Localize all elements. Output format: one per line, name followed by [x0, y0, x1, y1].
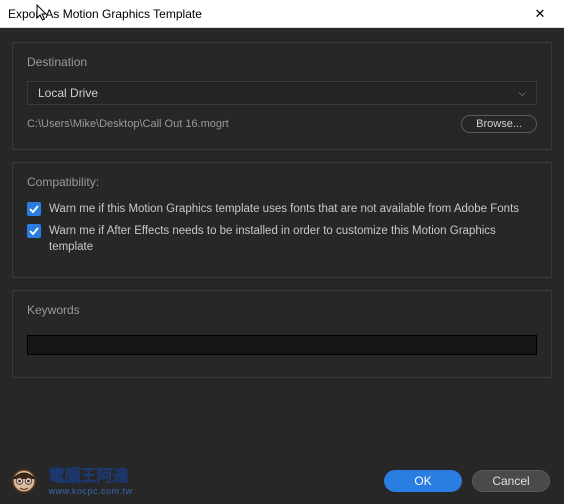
compatibility-section: Compatibility: Warn me if this Motion Gr… — [12, 162, 552, 278]
window-title: Export As Motion Graphics Template — [8, 7, 524, 21]
export-path: C:\Users\Mike\Desktop\Call Out 16.mogrt — [27, 118, 229, 130]
keywords-section: Keywords — [12, 290, 552, 378]
cancel-button[interactable]: Cancel — [472, 470, 550, 492]
dialog-content: Destination Local Drive ⌵ C:\Users\Mike\… — [0, 28, 564, 504]
check-icon — [29, 226, 39, 236]
dialog-footer: OK Cancel — [384, 470, 550, 492]
keywords-input[interactable] — [27, 335, 537, 355]
titlebar: Export As Motion Graphics Template ✕ — [0, 0, 564, 28]
warn-fonts-label: Warn me if this Motion Graphics template… — [49, 201, 519, 217]
compatibility-label: Compatibility: — [27, 175, 537, 189]
destination-label: Destination — [27, 55, 537, 69]
keywords-label: Keywords — [27, 303, 537, 317]
close-button[interactable]: ✕ — [524, 2, 556, 26]
path-row: C:\Users\Mike\Desktop\Call Out 16.mogrt … — [27, 115, 537, 133]
destination-dropdown[interactable]: Local Drive ⌵ — [27, 81, 537, 105]
warn-ae-row: Warn me if After Effects needs to be ins… — [27, 223, 537, 255]
close-icon: ✕ — [535, 6, 546, 22]
chevron-down-icon: ⌵ — [518, 88, 526, 99]
warn-ae-checkbox[interactable] — [27, 224, 41, 238]
check-icon — [29, 204, 39, 214]
warn-ae-label: Warn me if After Effects needs to be ins… — [49, 223, 537, 255]
warn-fonts-checkbox[interactable] — [27, 202, 41, 216]
destination-selected: Local Drive — [38, 86, 98, 100]
warn-fonts-row: Warn me if this Motion Graphics template… — [27, 201, 537, 217]
browse-button[interactable]: Browse... — [461, 115, 537, 133]
ok-button[interactable]: OK — [384, 470, 462, 492]
destination-section: Destination Local Drive ⌵ C:\Users\Mike\… — [12, 42, 552, 150]
